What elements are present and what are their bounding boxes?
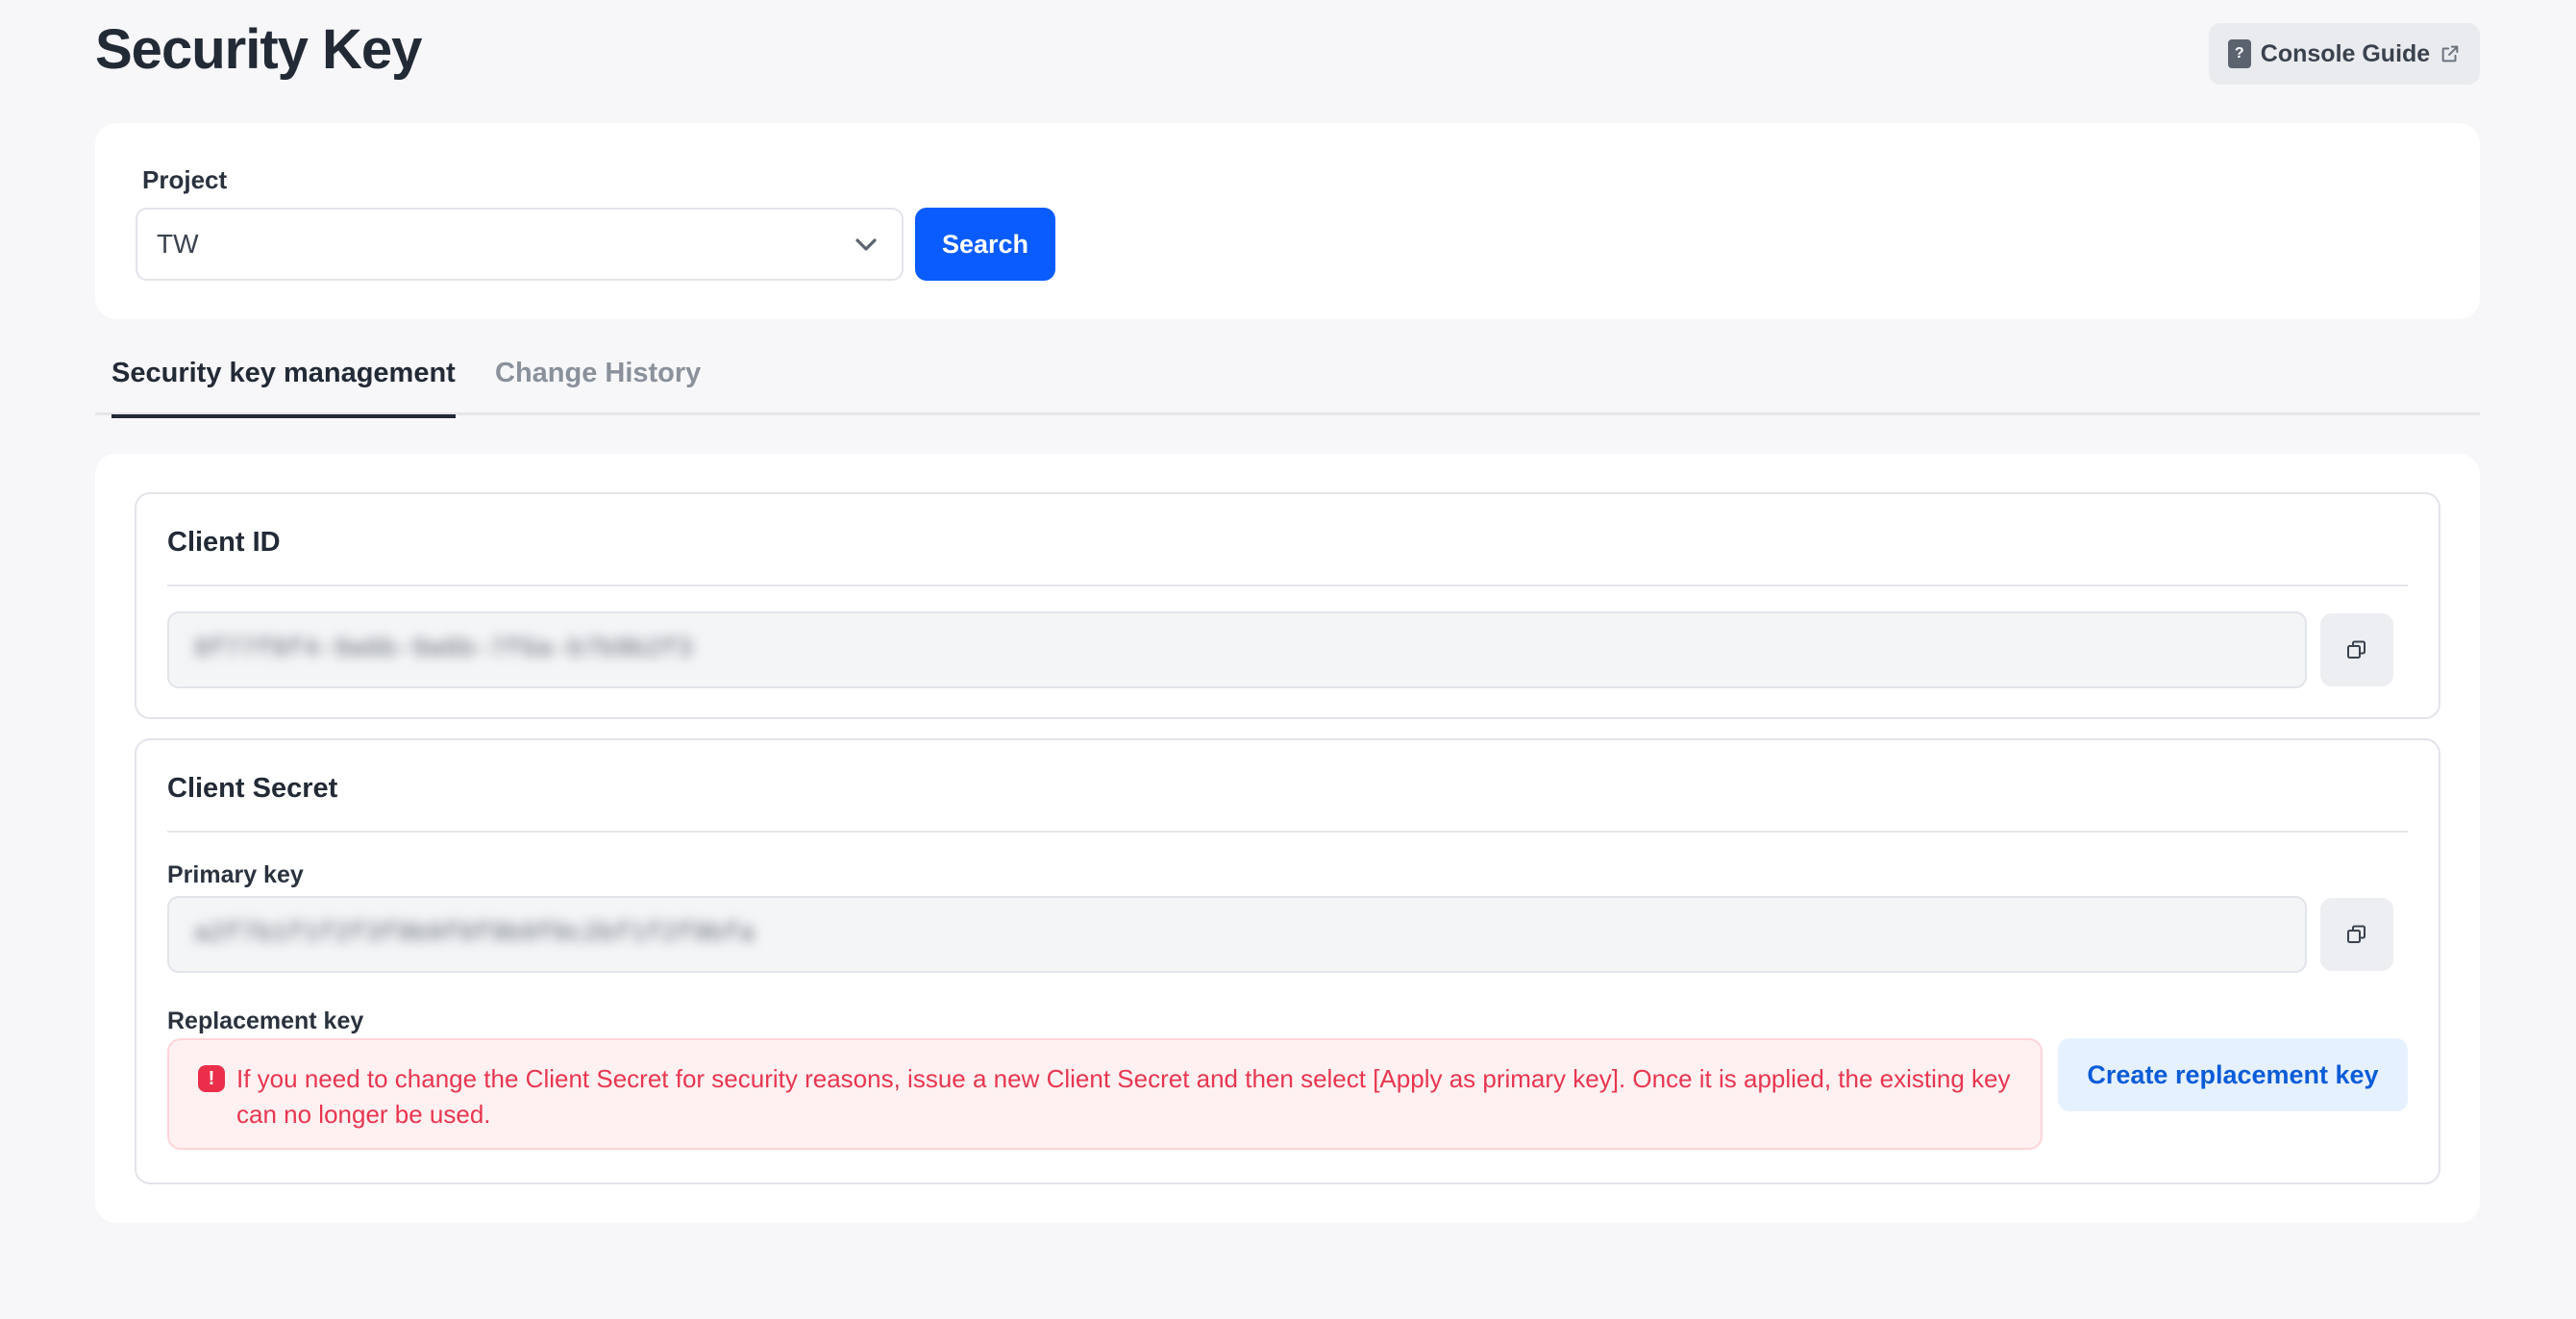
client-id-section: Client ID 8f77f8f4-9a6b-9a6b-7f6a-b7b9b2… [135,492,2440,719]
client-secret-section: Client Secret Primary key a2f7b1f1f2f3f9… [135,738,2440,1184]
tab-security-key-management[interactable]: Security key management [111,358,456,418]
document-question-icon: ? [2227,39,2251,68]
console-guide-label: Console Guide [2260,39,2431,67]
tab-bar: Security key management Change History [95,348,2480,418]
alert-text: If you need to change the Client Secret … [236,1064,2011,1129]
page-title: Security Key [95,18,422,81]
client-id-title: Client ID [167,527,281,558]
primary-key-field: a2f7b1f1f2f3f9b9f0f9b9f0c2bf1f2f9bfa [167,896,2307,973]
copy-client-id-button[interactable] [2320,613,2393,686]
project-select-value: TW [157,229,199,259]
project-label: Project [142,165,228,194]
project-search-card: Project TW Search [95,123,2480,319]
create-replacement-key-button[interactable]: Create replacement key [2058,1038,2408,1111]
page: Security Key ? Console Guide Project TW … [0,0,2576,1319]
section-divider [167,831,2408,833]
security-key-card: Client ID 8f77f8f4-9a6b-9a6b-7f6a-b7b9b2… [95,454,2480,1223]
external-link-icon [2441,45,2459,62]
replacement-key-alert: ! If you need to change the Client Secre… [167,1038,2043,1150]
search-button[interactable]: Search [915,208,1055,281]
primary-key-label: Primary key [167,861,304,888]
copy-icon [2347,925,2365,943]
client-id-value: 8f77f8f4-9a6b-9a6b-7f6a-b7b9b2f3 [194,635,693,664]
primary-key-value: a2f7b1f1f2f3f9b9f0f9b9f0c2bf1f2f9bfa [194,920,755,949]
project-select[interactable]: TW [136,208,904,281]
copy-primary-key-button[interactable] [2320,898,2393,971]
section-divider [167,585,2408,586]
client-id-field: 8f77f8f4-9a6b-9a6b-7f6a-b7b9b2f3 [167,611,2307,688]
tab-change-history[interactable]: Change History [495,358,701,415]
replacement-key-label: Replacement key [167,1008,364,1034]
copy-icon [2347,640,2365,659]
chevron-down-icon [855,238,877,251]
alert-icon: ! [198,1065,225,1092]
client-secret-title: Client Secret [167,773,338,804]
console-guide-button[interactable]: ? Console Guide [2209,23,2480,85]
